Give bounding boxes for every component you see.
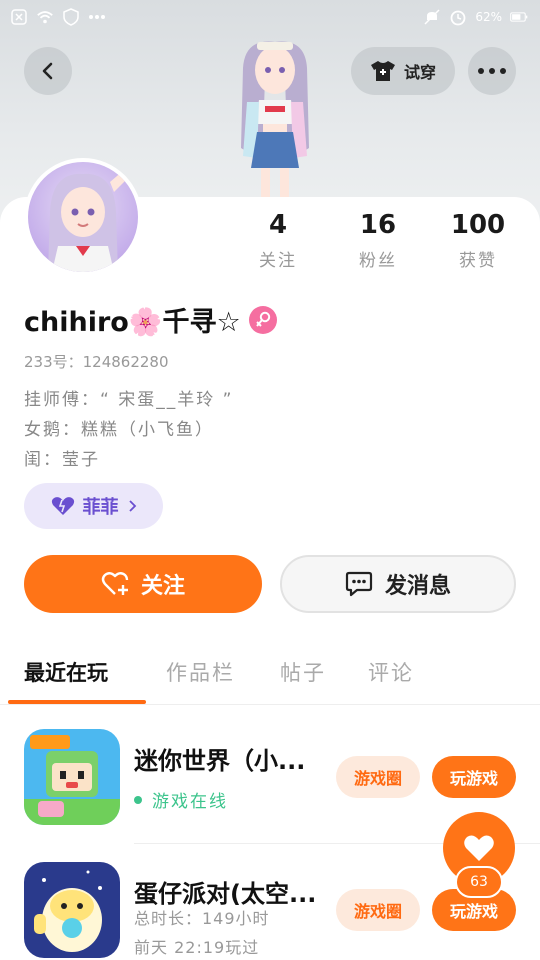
send-message-button[interactable]: 发消息: [280, 555, 516, 613]
profile-stats: 4 关注 16 粉丝 100 获赞: [228, 210, 528, 271]
mini-world-game-icon: [24, 729, 120, 825]
bio-line: 女鹅：糕糕（小飞鱼）: [24, 420, 214, 440]
message-label: 发消息: [384, 574, 451, 599]
wifi-icon: [36, 8, 54, 26]
more-dots-icon: [478, 68, 506, 74]
back-button[interactable]: [24, 47, 72, 95]
shield-icon: [62, 8, 80, 26]
tab-recently-played[interactable]: 最近在玩: [24, 657, 108, 687]
relationship-tag-label: 菲菲: [82, 497, 119, 518]
total-playtime: 总时长：149小时: [134, 909, 270, 928]
female-gender-icon: [248, 305, 277, 334]
alarm-icon: [449, 8, 467, 26]
game-name: 迷你世界（小...: [134, 747, 306, 775]
status-bar: 62%: [0, 0, 540, 36]
stat-label: 获赞: [459, 251, 497, 271]
relationship-tag[interactable]: 菲菲: [24, 483, 163, 529]
online-status-label: 游戏在线: [152, 792, 228, 812]
stat-value: 16: [359, 210, 397, 240]
shirt-icon: [370, 61, 395, 81]
more-notifications-icon: [88, 8, 106, 26]
try-on-label: 试穿: [403, 63, 436, 82]
chevron-left-icon: [42, 62, 53, 80]
profile-tabs: 最近在玩 作品栏 帖子 评论: [0, 645, 540, 705]
tab-comments[interactable]: 评论: [368, 657, 414, 687]
tab-posts[interactable]: 帖子: [280, 657, 326, 687]
bio: 挂师傅：“ 宋蛋__羊玲 ” 女鹅：糕糕（小飞鱼） 闺：莹子: [24, 385, 233, 475]
heart-icon: [464, 835, 494, 861]
heart-plus-icon: [101, 572, 129, 595]
play-game-button[interactable]: 玩游戏: [432, 756, 516, 798]
battery-level: 62%: [475, 10, 502, 24]
tab-works[interactable]: 作品栏: [166, 657, 235, 687]
try-on-button[interactable]: 试穿: [351, 47, 455, 95]
game-circle-button[interactable]: 游戏圈: [336, 889, 420, 931]
chat-bubble-icon: [345, 571, 373, 597]
like-count-badge: 63: [455, 866, 503, 898]
active-tab-indicator: [8, 700, 146, 704]
game-circle-button[interactable]: 游戏圈: [336, 756, 420, 798]
stat-following[interactable]: 4 关注: [228, 210, 328, 271]
eggy-party-game-icon: [24, 862, 120, 958]
last-played: 前天 22:19玩过: [134, 938, 260, 957]
online-dot-icon: [134, 795, 142, 804]
game-name: 蛋仔派对(太空...: [134, 880, 317, 908]
username: chihiro🌸千寻☆: [24, 307, 241, 338]
heart-icon: [51, 497, 74, 515]
bio-line: 挂师傅：“ 宋蛋__羊玲 ”: [24, 390, 234, 410]
battery-icon: [510, 8, 528, 26]
username-row: chihiro🌸千寻☆: [24, 300, 277, 339]
stat-label: 关注: [259, 251, 297, 271]
stat-value: 100: [450, 210, 506, 240]
online-status: 游戏在线: [134, 787, 228, 812]
stat-likes[interactable]: 100 获赞: [428, 210, 528, 271]
bio-line: 闺：莹子: [24, 450, 100, 470]
avatar[interactable]: [24, 158, 142, 276]
avatar-3d-figure: [225, 38, 325, 200]
follow-button[interactable]: 关注: [24, 555, 262, 613]
user-id: 233号：124862280: [24, 353, 169, 371]
stat-value: 4: [268, 210, 288, 240]
chevron-right-icon: [128, 500, 136, 512]
notification-icon: [10, 8, 28, 26]
more-options-button[interactable]: [468, 47, 516, 95]
mute-icon: [423, 8, 441, 26]
stat-label: 粉丝: [359, 251, 397, 271]
stat-followers[interactable]: 16 粉丝: [328, 210, 428, 271]
follow-label: 关注: [140, 574, 185, 599]
